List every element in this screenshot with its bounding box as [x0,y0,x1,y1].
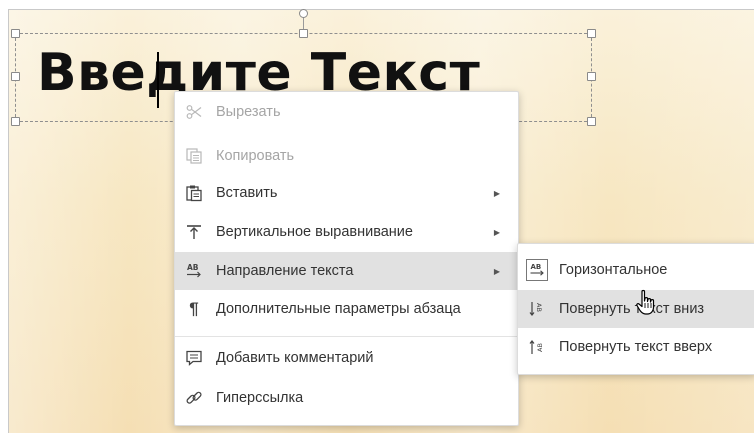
menu-item-paste[interactable]: Вставить ▶ [175,174,518,212]
menu-item-label: Направление текста [216,263,354,279]
menu-item-vertical-alignment[interactable]: Вертикальное выравнивание ▶ [175,213,518,251]
submenu-item-label: Горизонтальное [559,262,668,278]
submenu-item-horizontal[interactable]: AB Горизонтальное [518,251,754,289]
resize-handle-bottom-right[interactable] [587,117,596,126]
resize-handle-right[interactable] [587,72,596,81]
menu-item-label: Копировать [216,148,295,164]
context-menu: Вырезать Копировать Вставить ▶ Вертикаль… [174,91,519,426]
menu-separator [175,336,518,337]
resize-handle-left[interactable] [11,72,20,81]
submenu-item-label: Повернуть текст вверх [559,339,713,355]
rotation-handle[interactable] [299,9,308,18]
resize-handle-top[interactable] [299,29,308,38]
scissors-icon [185,103,203,121]
submenu-arrow-icon: ▶ [493,188,500,198]
horizontal-text-icon: AB [526,259,548,281]
rotate-text-down-icon: AB [528,300,546,318]
menu-item-label: Вставить [216,185,278,201]
resize-handle-top-left[interactable] [11,29,20,38]
submenu-item-rotate-up[interactable]: AB Повернуть текст вверх [518,328,754,366]
hand-cursor-icon [636,289,655,315]
menu-item-hyperlink[interactable]: Гиперссылка [175,379,518,417]
menu-item-label: Добавить комментарий [216,350,374,366]
menu-item-label: Вырезать [216,104,281,120]
rotate-text-up-icon: AB [528,338,546,356]
svg-text:AB: AB [536,343,544,352]
menu-item-copy[interactable]: Копировать [175,137,518,175]
resize-handle-bottom-left[interactable] [11,117,20,126]
vertical-align-top-icon [185,223,203,241]
pilcrow-icon: ¶ [189,299,199,318]
comment-icon [185,349,203,367]
submenu-item-label: Повернуть текст вниз [559,301,705,317]
menu-item-cut[interactable]: Вырезать [175,93,518,131]
link-icon [185,389,203,407]
submenu-arrow-icon: ▶ [493,266,500,276]
svg-text:AB: AB [531,263,542,271]
menu-item-label: Гиперссылка [216,390,304,406]
menu-item-add-comment[interactable]: Добавить комментарий [175,339,518,377]
resize-handle-top-right[interactable] [587,29,596,38]
svg-text:AB: AB [187,263,199,272]
submenu-arrow-icon: ▶ [493,227,500,237]
menu-item-label: Дополнительные параметры абзаца [216,301,461,317]
menu-item-text-direction[interactable]: AB Направление текста ▶ [175,252,518,290]
svg-text:AB: AB [535,303,543,312]
text-caret [157,52,159,108]
copy-icon [185,147,203,165]
menu-item-paragraph-settings[interactable]: ¶ Дополнительные параметры абзаца [175,290,518,328]
menu-item-label: Вертикальное выравнивание [216,224,413,240]
paste-icon [185,184,203,202]
text-direction-icon: AB [185,262,203,280]
